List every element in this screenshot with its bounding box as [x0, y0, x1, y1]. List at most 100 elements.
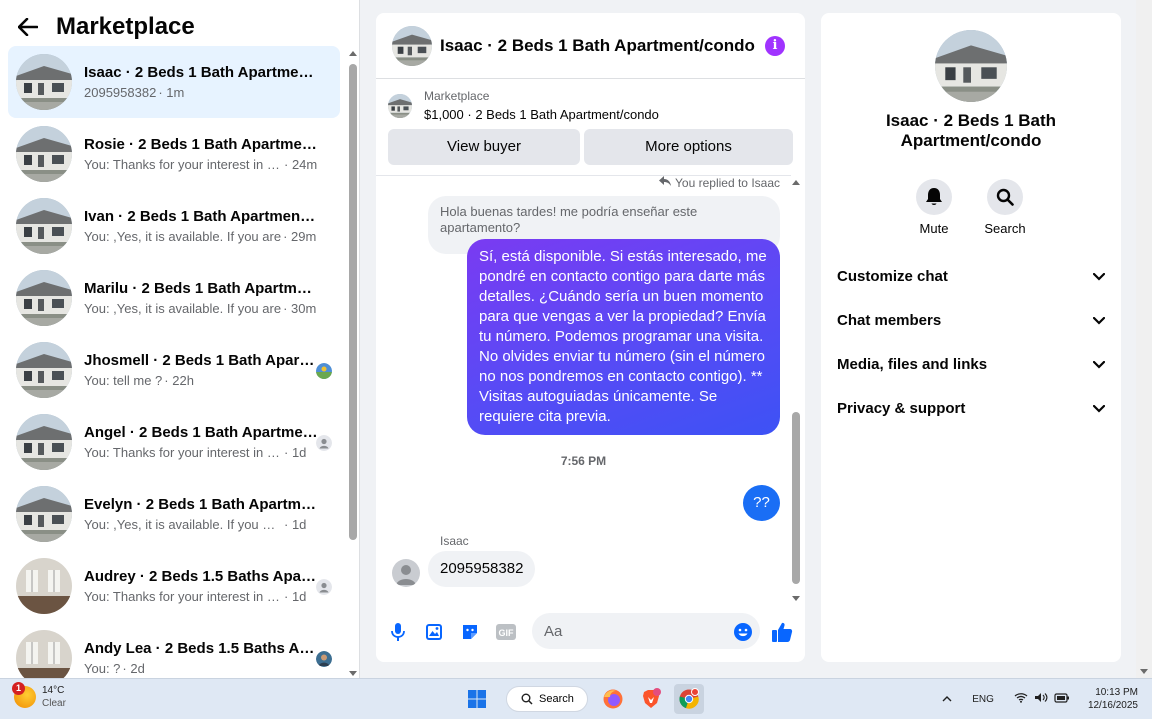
conversation-time: · 1m: [158, 85, 185, 100]
chat-avatar[interactable]: [392, 26, 432, 66]
view-buyer-button[interactable]: View buyer: [388, 129, 580, 165]
message-input[interactable]: [532, 613, 760, 649]
seen-avatar-icon: [316, 579, 332, 595]
taskbar-apps: Search: [462, 684, 712, 714]
section-label: Privacy & support: [837, 399, 966, 417]
scrollbar-thumb[interactable]: [349, 64, 357, 540]
conversation-snippet: You: tell me ?: [84, 373, 163, 388]
more-options-button[interactable]: More options: [584, 129, 793, 165]
conversation-item[interactable]: Ivan · 2 Beds 1 Bath Apartment/condo You:…: [8, 190, 340, 262]
sticker-icon[interactable]: [458, 620, 482, 644]
scroll-down-arrow-icon[interactable]: [1140, 669, 1148, 674]
conversation-snippet: You: Thanks for your interest in this li…: [84, 589, 282, 604]
conversation-item[interactable]: Andy Lea · 2 Beds 1.5 Baths Apartment/co…: [8, 622, 340, 678]
wifi-icon[interactable]: [1014, 692, 1028, 706]
message-thread: You replied to Isaac Hola buenas tardes!…: [376, 175, 791, 611]
conversation-item[interactable]: Evelyn · 2 Beds 1 Bath Apartment/condo Yo…: [8, 478, 340, 550]
svg-text:GIF: GIF: [499, 628, 515, 638]
scroll-up-arrow-icon[interactable]: [792, 180, 800, 185]
message-composer: GIF: [376, 611, 805, 655]
conversation-item[interactable]: Angel · 2 Beds 1 Bath Apartment/condo You…: [8, 406, 340, 478]
incoming-message[interactable]: 2095958382: [428, 551, 536, 587]
chevron-down-icon: [1092, 312, 1106, 329]
conversation-item[interactable]: Audrey · 2 Beds 1.5 Baths Apartment/cond…: [8, 550, 340, 622]
conversation-avatar: [16, 342, 72, 398]
section-label: Media, files and links: [837, 355, 988, 373]
window-scrollbar[interactable]: [1136, 0, 1152, 678]
mute-button[interactable]: Mute: [904, 179, 964, 236]
bell-icon[interactable]: [916, 179, 952, 215]
conversation-snippet: 2095958382: [84, 85, 157, 100]
conversation-snippet: You: ?: [84, 661, 121, 676]
seen-avatar-icon: [316, 651, 332, 667]
conversation-snippet: You: Thanks for your interest in this li…: [84, 445, 282, 460]
gif-icon[interactable]: GIF: [494, 620, 518, 644]
conversation-item[interactable]: Isaac · 2 Beds 1 Bath Apartment/condo 209…: [8, 46, 340, 118]
conversation-avatar: [16, 486, 72, 542]
windows-taskbar: 1 14°C Clear Search ENG 10:13 PM 12/16/2…: [0, 678, 1152, 719]
outgoing-message-short[interactable]: ??: [743, 485, 780, 521]
search-button[interactable]: Search: [975, 179, 1035, 236]
section-label: Chat members: [837, 311, 942, 329]
reply-icon: [659, 176, 672, 190]
back-arrow-icon[interactable]: [16, 15, 40, 39]
mute-label: Mute: [919, 221, 949, 236]
listing-thumbnail: [388, 94, 412, 118]
taskbar-search-label: Search: [539, 693, 574, 705]
time-separator: 7:56 PM: [560, 454, 607, 468]
scroll-up-arrow-icon[interactable]: [349, 51, 357, 56]
chevron-down-icon: [1092, 268, 1106, 285]
conversation-time: · 30m: [283, 301, 317, 316]
conversation-time: · 24m: [284, 157, 318, 172]
conversation-avatar: [16, 630, 72, 678]
chevron-down-icon: [1092, 356, 1106, 373]
conversation-item[interactable]: Marilu · 2 Beds 1 Bath Apartment/condo Yo…: [8, 262, 340, 334]
info-icon[interactable]: i: [765, 36, 785, 56]
emoji-icon[interactable]: [731, 620, 755, 644]
scroll-down-arrow-icon[interactable]: [792, 596, 800, 601]
weather-widget[interactable]: 1 14°C Clear: [12, 682, 66, 710]
conversation-title: Rosie · 2 Beds 1 Bath Apartment/condo: [84, 136, 318, 153]
chat-panel: Isaac · 2 Beds 1 Bath Apartment/condo i …: [376, 13, 805, 662]
conversation-title: Ivan · 2 Beds 1 Bath Apartment/condo: [84, 208, 318, 225]
conversation-item[interactable]: Jhosmell · 2 Beds 1 Bath Apartment/condo…: [8, 334, 340, 406]
outgoing-message[interactable]: Sí, está disponible. Si estás interesado…: [467, 239, 780, 435]
listing-summary[interactable]: Marketplace $1,000 · 2 Beds 1 Bath Apart…: [388, 89, 659, 122]
taskbar-search[interactable]: Search: [506, 686, 588, 712]
battery-icon[interactable]: [1054, 692, 1070, 706]
brave-icon[interactable]: [636, 684, 666, 714]
conversation-sidebar: Marketplace Isaac · 2 Beds 1 Bath Apartm…: [0, 0, 360, 678]
photo-icon[interactable]: [422, 620, 446, 644]
conversation-title: Andy Lea · 2 Beds 1.5 Baths Apartment/co…: [84, 640, 318, 657]
listing-label: Marketplace: [424, 89, 490, 103]
privacy-support-section[interactable]: Privacy & support: [829, 386, 1113, 430]
sidebar-scrollbar[interactable]: [347, 48, 358, 676]
like-thumb-icon[interactable]: [770, 620, 794, 644]
conversation-title: Angel · 2 Beds 1 Bath Apartment/condo: [84, 424, 318, 441]
details-avatar[interactable]: [935, 30, 1007, 102]
chevron-up-icon[interactable]: [942, 694, 952, 705]
speaker-icon[interactable]: [1034, 692, 1048, 706]
temperature: 14°C: [42, 685, 65, 696]
system-clock[interactable]: 10:13 PM 12/16/2025: [1088, 686, 1138, 712]
windows-start-icon[interactable]: [462, 684, 492, 714]
language-indicator[interactable]: ENG: [972, 694, 994, 705]
scroll-down-arrow-icon[interactable]: [349, 671, 357, 676]
media-files-links-section[interactable]: Media, files and links: [829, 342, 1113, 386]
conversation-item[interactable]: Rosie · 2 Beds 1 Bath Apartment/condo You…: [8, 118, 340, 190]
conversation-time: · 29m: [283, 229, 317, 244]
conversation-snippet: You: ,Yes, it is available. If you are: [84, 301, 282, 316]
firefox-icon[interactable]: [598, 684, 628, 714]
conversation-title: Evelyn · 2 Beds 1 Bath Apartment/condo: [84, 496, 318, 513]
conversation-avatar: [16, 198, 72, 254]
microphone-icon[interactable]: [386, 620, 410, 644]
chat-members-section[interactable]: Chat members: [829, 298, 1113, 342]
search-icon[interactable]: [987, 179, 1023, 215]
chat-scrollbar[interactable]: [790, 177, 801, 601]
customize-chat-section[interactable]: Customize chat: [829, 254, 1113, 298]
scrollbar-thumb[interactable]: [792, 412, 800, 584]
chat-title[interactable]: Isaac · 2 Beds 1 Bath Apartment/condo: [440, 36, 755, 56]
sender-avatar[interactable]: [392, 559, 420, 587]
chrome-icon[interactable]: [674, 684, 704, 714]
conversation-time: · 22h: [164, 373, 194, 388]
